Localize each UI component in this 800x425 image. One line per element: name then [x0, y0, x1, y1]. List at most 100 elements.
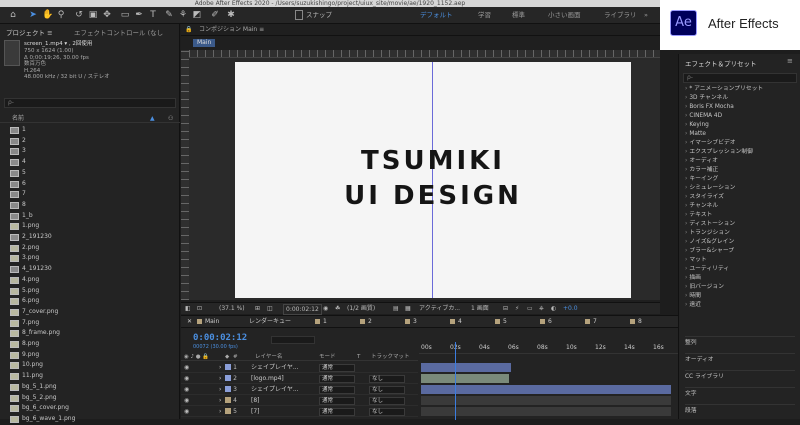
workspace-standard[interactable]: 標準 — [512, 10, 525, 20]
project-item[interactable]: 1.png — [0, 221, 180, 232]
timeline-tab-main[interactable]: Main — [205, 318, 219, 325]
project-item[interactable]: 2.png — [0, 243, 180, 254]
effect-category[interactable]: シミュレーション — [685, 184, 735, 193]
visibility-eye-icon[interactable]: ◉ — [184, 395, 189, 406]
layer-row[interactable]: ◉ › 5 [7] 通常 なし — [181, 406, 418, 417]
expand-triangle-icon[interactable]: › — [219, 384, 221, 395]
project-search-input[interactable]: ρ- — [4, 98, 176, 108]
project-item[interactable]: 3 — [0, 146, 180, 157]
layer-search-input[interactable] — [271, 336, 315, 344]
effect-category[interactable]: チャンネル — [685, 202, 718, 211]
expand-triangle-icon[interactable]: › — [219, 406, 221, 417]
project-item[interactable]: 6.png — [0, 296, 180, 307]
project-item[interactable]: 8.png — [0, 339, 180, 350]
magnification-icon[interactable]: ⊡ — [197, 303, 202, 315]
snapshot-icon[interactable]: ◉ — [323, 303, 328, 315]
project-item[interactable]: 7 — [0, 189, 180, 200]
project-item[interactable]: 1_b — [0, 211, 180, 222]
visibility-eye-icon[interactable]: ◉ — [184, 373, 189, 384]
comp-tab[interactable]: 8 — [630, 316, 642, 328]
composition-canvas[interactable]: TSUMIKI UI DESIGN — [235, 62, 631, 298]
comp-tab[interactable]: 4 — [450, 316, 462, 328]
grid-icon[interactable]: ⊞ — [255, 303, 260, 315]
effect-category[interactable]: カラー補正 — [685, 166, 718, 175]
snap-checkbox[interactable] — [295, 10, 303, 20]
effect-category[interactable]: Matte — [685, 130, 706, 139]
lock-icon[interactable]: 🔒 — [185, 24, 192, 36]
layer-duration-bar[interactable] — [421, 374, 509, 383]
composition-viewer[interactable]: TSUMIKI UI DESIGN — [181, 50, 660, 300]
always-preview-icon[interactable]: ◧ — [185, 303, 191, 315]
comp-tab[interactable]: 5 — [495, 316, 507, 328]
effect-category[interactable]: イマーシブビデオ — [685, 139, 735, 148]
effect-category[interactable]: ユーティリティ — [685, 265, 729, 274]
comp-tab[interactable]: 6 — [540, 316, 552, 328]
project-item[interactable]: 2_191230 — [0, 232, 180, 243]
rectangle-tool-icon[interactable]: ▭ — [120, 10, 130, 20]
layer-trkmat-select[interactable]: なし — [369, 396, 405, 405]
composition-tab[interactable]: コンポジション Main ≡ — [199, 24, 264, 36]
layer-row[interactable]: ◉ › 4 [8] 通常 なし — [181, 395, 418, 406]
layer-trkmat-select[interactable]: なし — [369, 374, 405, 383]
flowchart-icon[interactable]: ⎈ — [539, 303, 544, 315]
roto-brush-tool-icon[interactable]: ✐ — [210, 10, 220, 20]
side-panel-tab[interactable]: 整列 — [685, 336, 795, 349]
selection-tool-icon[interactable]: ➤ — [28, 10, 38, 20]
effect-category[interactable]: 遠近 — [685, 301, 701, 310]
layer-mode-select[interactable]: 通常 — [319, 407, 355, 416]
project-item[interactable]: 7.png — [0, 318, 180, 329]
expand-triangle-icon[interactable]: › — [219, 395, 221, 406]
project-item[interactable]: 6 — [0, 179, 180, 190]
comp-tab[interactable]: 3 — [405, 316, 417, 328]
mode-header[interactable]: モード — [319, 353, 336, 361]
layer-mode-select[interactable]: 通常 — [319, 374, 355, 383]
breadcrumb-main[interactable]: Main — [193, 39, 216, 47]
layer-duration-bar[interactable] — [421, 385, 671, 394]
layer-trkmat-select[interactable]: なし — [369, 407, 405, 416]
pen-tool-icon[interactable]: ✒ — [134, 10, 144, 20]
clone-tool-icon[interactable]: ⚘ — [178, 10, 188, 20]
resolution-select[interactable]: (1/2 画質) — [347, 303, 375, 315]
side-panel-tab[interactable]: 段落 — [685, 404, 795, 417]
visibility-eye-icon[interactable]: ◉ — [184, 384, 189, 395]
project-item[interactable]: 8 — [0, 200, 180, 211]
expand-triangle-icon[interactable]: › — [219, 373, 221, 384]
layer-trkmat-select[interactable]: なし — [369, 385, 405, 394]
visibility-eye-icon[interactable]: ◉ — [184, 406, 189, 417]
project-item[interactable]: 7_cover.png — [0, 307, 180, 318]
project-item[interactable]: 4 — [0, 157, 180, 168]
project-item[interactable]: bg_5_2.png — [0, 393, 180, 404]
timeline-icon[interactable]: ▭ — [527, 303, 533, 315]
comp-tab[interactable]: 1 — [315, 316, 327, 328]
effects-panel-title[interactable]: エフェクト＆プリセット — [685, 58, 757, 68]
time-ruler[interactable]: 00s02s04s06s08s10s12s14s16s — [419, 342, 678, 354]
effect-category[interactable]: Boris FX Mocha — [685, 103, 734, 112]
layer-row[interactable]: ◉ › 2 [logo.mp4] 通常 なし — [181, 373, 418, 384]
effect-category[interactable]: エクスプレッション制御 — [685, 148, 753, 157]
panel-menu-icon[interactable]: ≡ — [787, 57, 793, 65]
layer-mode-select[interactable]: 通常 — [319, 396, 355, 405]
effect-category[interactable]: 3D チャンネル — [685, 94, 728, 103]
project-item[interactable]: 1 — [0, 125, 180, 136]
view-layout-select[interactable]: 1 画面 — [471, 303, 489, 315]
project-item[interactable]: 4.png — [0, 275, 180, 286]
project-item[interactable]: 10.png — [0, 360, 180, 371]
pan-behind-tool-icon[interactable]: ✥ — [102, 10, 112, 20]
playhead[interactable] — [455, 342, 456, 420]
workspace-small-screen[interactable]: 小さい画面 — [548, 10, 581, 20]
project-item[interactable]: 8_frame.png — [0, 328, 180, 339]
effect-category[interactable]: 描画 — [685, 274, 701, 283]
project-item[interactable]: 2 — [0, 136, 180, 147]
zoom-tool-icon[interactable]: ⚲ — [56, 10, 66, 20]
eraser-tool-icon[interactable]: ◩ — [192, 10, 202, 20]
effect-category[interactable]: オーディオ — [685, 157, 718, 166]
type-tool-icon[interactable]: T — [148, 10, 158, 20]
visibility-eye-icon[interactable]: ◉ — [184, 362, 189, 373]
pixel-aspect-icon[interactable]: ⊟ — [503, 303, 508, 315]
zoom-level[interactable]: (37.1 %) — [219, 303, 245, 315]
project-item[interactable]: bg_6_cover.png — [0, 403, 180, 414]
project-item[interactable]: bg_5_1.png — [0, 382, 180, 393]
rotate-tool-icon[interactable]: ↺ — [74, 10, 84, 20]
expand-triangle-icon[interactable]: › — [219, 362, 221, 373]
workspace-libraries[interactable]: ライブラリ — [604, 10, 637, 20]
